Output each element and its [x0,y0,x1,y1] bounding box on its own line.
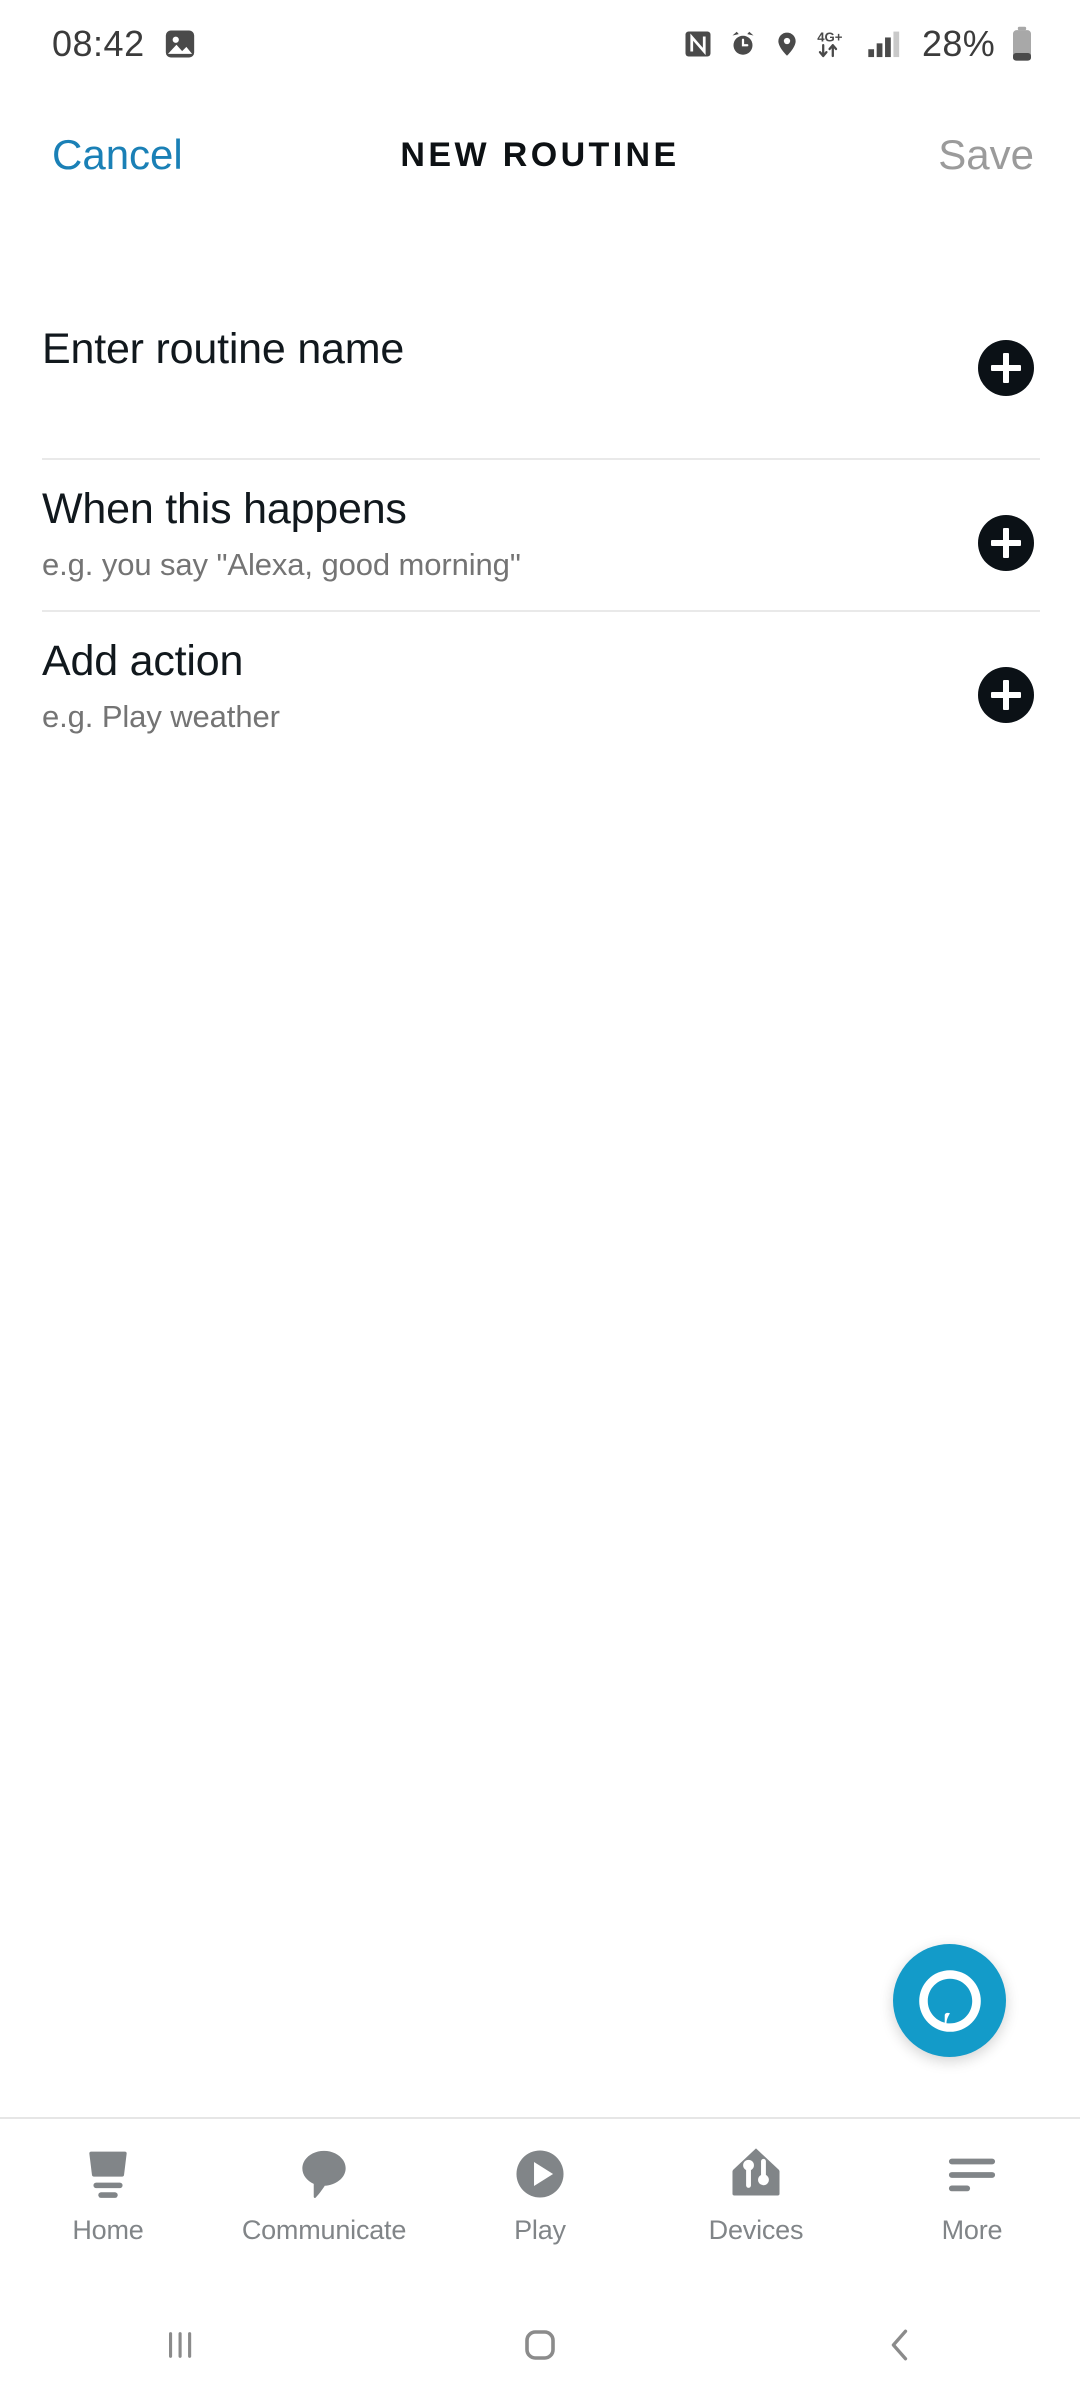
routine-form-list: Enter routine name When this happens e.g… [0,300,1080,762]
location-icon [778,32,796,56]
home-button[interactable] [360,2321,720,2369]
nav-label: More [941,2215,1003,2245]
row-title: When this happens [42,485,407,533]
back-button[interactable] [720,2323,1080,2367]
row-when-this-happens-text: When this happens e.g. you say "Alexa, g… [42,460,521,582]
back-chevron-icon [891,2329,908,2360]
nfc-icon [685,31,711,57]
alexa-icon [918,1969,981,2032]
nav-label: Home [72,2215,144,2245]
home-devices-icon [728,2142,784,2206]
row-subtitle: e.g. Play weather [42,699,280,734]
nav-label: Play [514,2215,566,2245]
row-title: Enter routine name [42,325,405,373]
app-screen: 08:42 4G+ 28% Cancel NEW ROUTINE Save En… [0,0,1080,2400]
add-routine-name-button[interactable] [978,340,1034,396]
status-bar: 08:42 4G+ 28% [0,0,1080,88]
status-time: 08:42 [52,23,145,64]
nav-item-devices[interactable]: Devices [648,2119,864,2246]
nav-item-play[interactable]: Play [432,2119,648,2246]
save-button[interactable]: Save [938,131,1034,179]
hamburger-menu-icon [943,2142,1001,2206]
recent-apps-icon [169,2331,192,2358]
image-icon [165,30,194,58]
nav-item-communicate[interactable]: Communicate [216,2119,432,2246]
recent-apps-button[interactable] [0,2323,360,2367]
bottom-navigation: Home Communicate Play Devices More [0,2117,1080,2289]
row-routine-name-text: Enter routine name [42,300,404,371]
row-title: Add action [42,637,244,685]
android-navigation-bar [0,2289,1080,2400]
row-add-action[interactable]: Add action e.g. Play weather [0,612,1080,762]
status-bar-right: 4G+ 28% [683,23,1034,65]
nav-label: Devices [708,2215,804,2245]
row-add-action-text: Add action e.g. Play weather [42,612,280,734]
nav-label: Communicate [241,2215,407,2245]
alarm-icon [732,31,754,55]
row-routine-name[interactable]: Enter routine name [0,300,1080,458]
play-circle-icon [512,2142,568,2206]
screen-header: Cancel NEW ROUTINE Save [0,110,1080,200]
speech-bubble-icon [296,2142,352,2206]
svg-text:4G+: 4G+ [817,30,843,45]
row-when-this-happens[interactable]: When this happens e.g. you say "Alexa, g… [0,460,1080,610]
row-subtitle: e.g. you say "Alexa, good morning" [42,547,521,582]
nav-item-more[interactable]: More [864,2119,1080,2246]
signal-bars-icon [868,31,900,58]
battery-percent: 28% [922,23,995,64]
add-action-button[interactable] [978,667,1034,723]
status-bar-left: 08:42 [52,23,197,65]
network-4gplus-icon: 4G+ [817,30,843,58]
echo-device-icon [78,2142,138,2206]
add-trigger-button[interactable] [978,515,1034,571]
nav-item-home[interactable]: Home [0,2119,216,2246]
battery-icon [1013,26,1031,61]
home-square-icon [525,2329,555,2360]
cancel-button[interactable]: Cancel [52,131,183,179]
alexa-button[interactable] [893,1944,1006,2057]
